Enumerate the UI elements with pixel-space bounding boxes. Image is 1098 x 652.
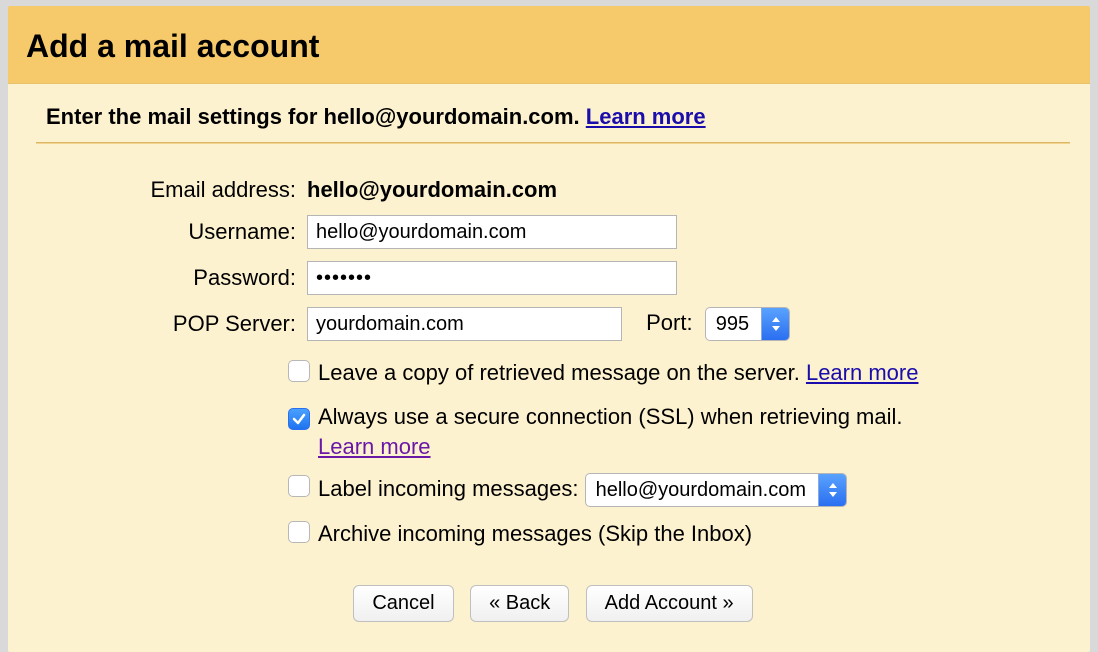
dialog-title: Add a mail account [26, 28, 1072, 65]
ssl-option: Always use a secure connection (SSL) whe… [288, 402, 1070, 461]
leave-copy-learn-more-link[interactable]: Learn more [806, 360, 919, 385]
pop-server-input[interactable] [307, 307, 622, 341]
dialog-subheading: Enter the mail settings for hello@yourdo… [46, 104, 1070, 130]
label-select[interactable]: hello@yourdomain.com [585, 473, 847, 507]
ssl-text: Always use a secure connection (SSL) whe… [318, 404, 903, 429]
ssl-checkbox[interactable] [288, 408, 310, 430]
archive-checkbox[interactable] [288, 521, 310, 543]
pop-server-label: POP Server: [36, 306, 306, 342]
subhead-prefix: Enter the mail settings for [46, 104, 324, 129]
label-incoming-text: Label incoming messages: [318, 476, 585, 501]
username-input[interactable] [307, 215, 677, 249]
label-select-value: hello@yourdomain.com [586, 477, 818, 504]
subhead-learn-more-link[interactable]: Learn more [586, 104, 706, 129]
email-address-value: hello@yourdomain.com [307, 177, 557, 202]
label-incoming-checkbox[interactable] [288, 475, 310, 497]
label-incoming-option: Label incoming messages: hello@yourdomai… [288, 473, 1070, 507]
subhead-email: hello@yourdomain.com [324, 104, 574, 129]
dialog-body: Enter the mail settings for hello@yourdo… [8, 83, 1090, 652]
archive-option: Archive incoming messages (Skip the Inbo… [288, 519, 1070, 551]
stepper-icon [761, 308, 789, 340]
port-select-value: 995 [706, 313, 761, 336]
settings-form: Email address: hello@yourdomain.com User… [36, 166, 791, 352]
add-account-button[interactable]: Add Account » [586, 585, 753, 622]
port-select[interactable]: 995 [705, 307, 790, 341]
stepper-icon [818, 474, 846, 506]
email-address-label: Email address: [36, 176, 306, 204]
back-button[interactable]: « Back [470, 585, 569, 622]
ssl-learn-more-link[interactable]: Learn more [318, 434, 431, 459]
username-label: Username: [36, 214, 306, 250]
leave-copy-text: Leave a copy of retrieved message on the… [318, 360, 806, 385]
leave-copy-option: Leave a copy of retrieved message on the… [288, 358, 1070, 390]
dialog-header: Add a mail account [8, 6, 1090, 83]
subhead-suffix: . [574, 104, 586, 129]
port-label: Port: [646, 310, 692, 335]
password-input[interactable] [307, 261, 677, 295]
divider [36, 142, 1070, 144]
button-row: Cancel « Back Add Account » [36, 585, 1070, 622]
password-label: Password: [36, 260, 306, 296]
leave-copy-checkbox[interactable] [288, 360, 310, 382]
archive-text: Archive incoming messages (Skip the Inbo… [318, 519, 1070, 549]
cancel-button[interactable]: Cancel [353, 585, 453, 622]
